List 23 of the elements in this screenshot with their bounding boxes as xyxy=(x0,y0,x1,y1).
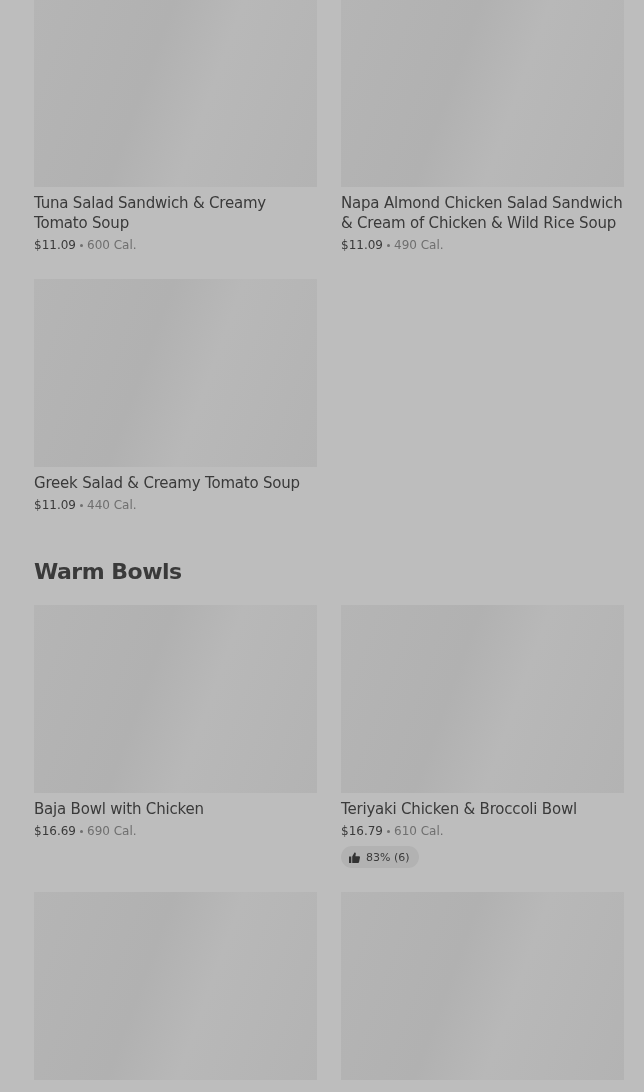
calorie-count: 440 Cal. xyxy=(87,497,137,514)
separator-dot xyxy=(80,503,83,507)
thumbs-up-icon xyxy=(349,851,360,863)
dish-price: $16.79 xyxy=(341,823,383,840)
dish-price: $11.09 xyxy=(34,497,76,514)
dish-title: Teriyaki Chicken & Broccoli Bowl xyxy=(341,799,578,819)
separator-dot xyxy=(80,829,83,833)
dish-price: $16.69 xyxy=(34,823,76,840)
dish-price: $11.09 xyxy=(34,237,76,254)
dish-title: Greek Salad & Creamy Tomato Soup xyxy=(34,473,301,493)
calorie-count: 690 Cal. xyxy=(87,823,137,840)
dish-title: Tuna Salad Sandwich & Creamy Tomato Soup xyxy=(34,193,267,233)
rating-text: 83% (6) xyxy=(366,850,410,864)
calorie-count: 490 Cal. xyxy=(394,237,444,254)
section-heading: Warm Bowls xyxy=(34,558,183,586)
separator-dot xyxy=(387,243,390,247)
calorie-count: 600 Cal. xyxy=(87,237,137,254)
calorie-count: 610 Cal. xyxy=(394,823,444,840)
dish-title: Baja Bowl with Chicken xyxy=(34,799,205,819)
separator-dot xyxy=(387,829,390,833)
separator-dot xyxy=(80,243,83,247)
dish-price: $11.09 xyxy=(341,237,383,254)
dish-title: Napa Almond Chicken Salad Sandwich & Cream of Chicken & Wild Rice Soup xyxy=(341,193,624,233)
